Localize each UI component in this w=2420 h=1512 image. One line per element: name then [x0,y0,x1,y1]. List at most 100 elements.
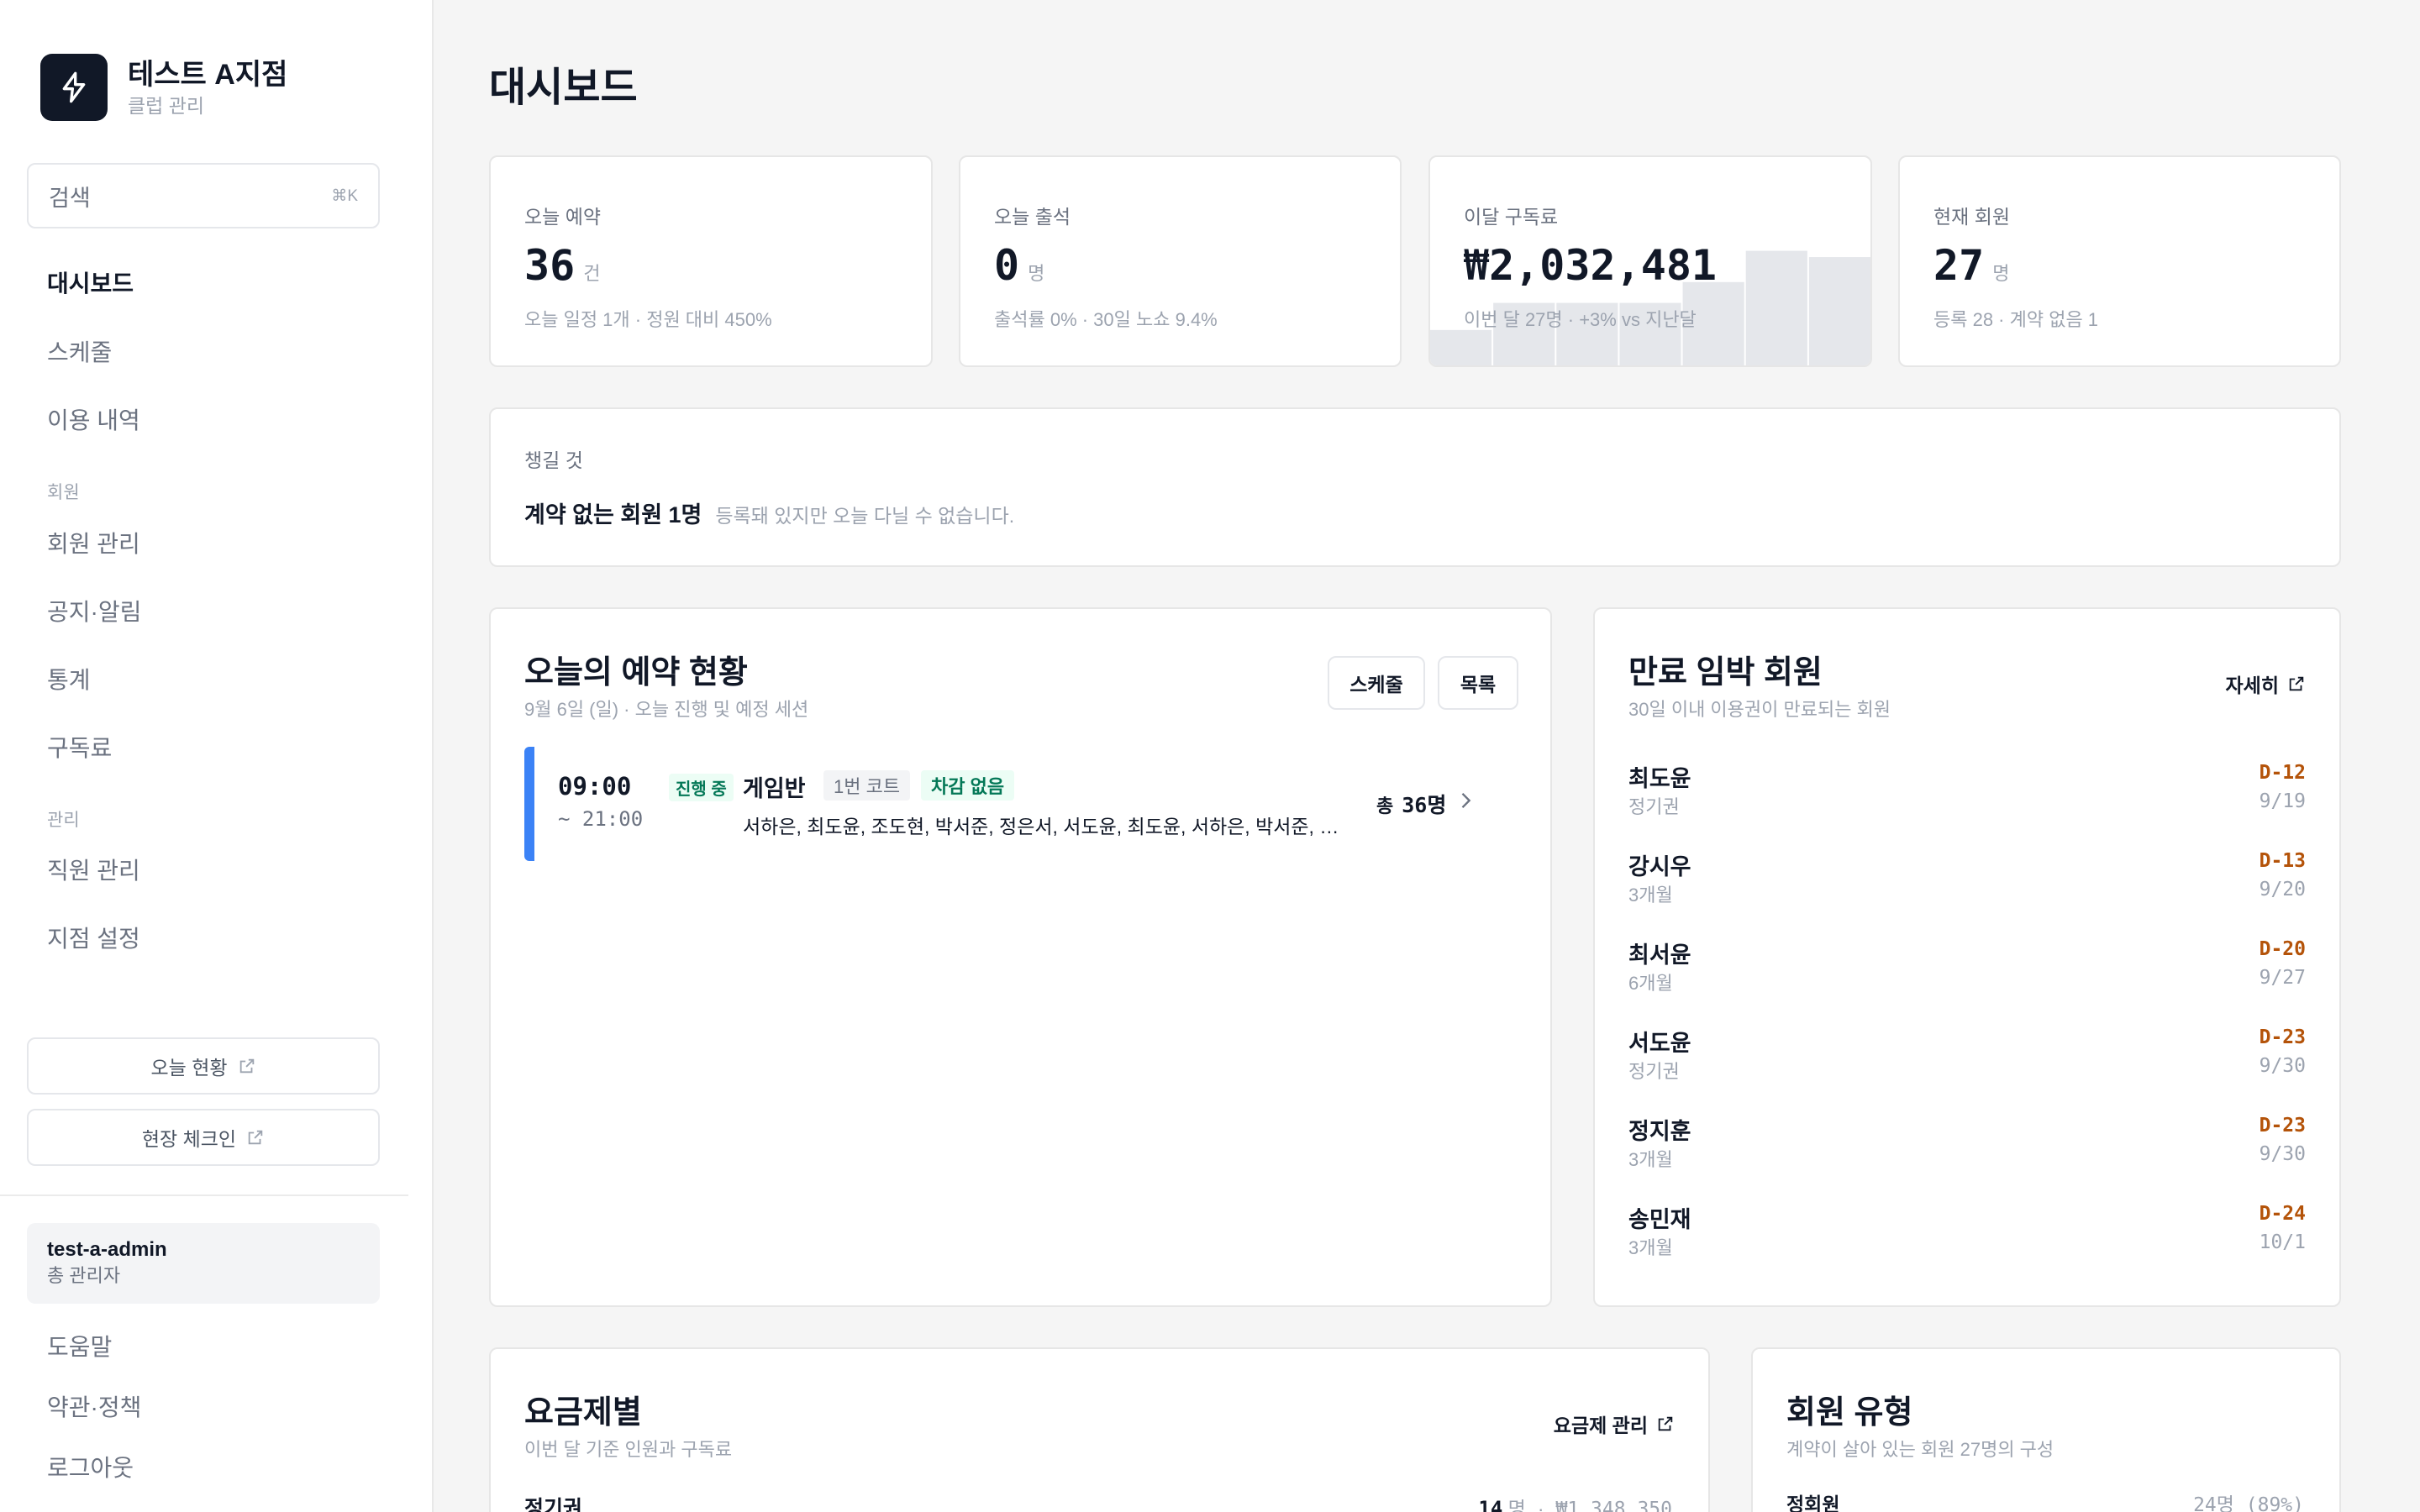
member-types-card: 회원 유형 계약이 살아 있는 회원 27명의 구성 정회원 24명 (89%) [1751,1347,2341,1512]
revenue-spark-bar [1430,329,1492,365]
expire-date: 9/20 [2259,879,2306,900]
days-left: D-23 [2259,1026,2306,1048]
today-status-label: 오늘 현황 [150,1057,228,1079]
session-status-bar [524,747,534,861]
checkin-label: 현장 체크인 [141,1128,237,1150]
member-name: 송민재 [1628,1207,1691,1232]
plan-manage-link[interactable]: 요금제 관리 [1554,1410,1675,1438]
search-input[interactable]: 검색 ⌘K [27,163,380,228]
kpi-value: 27 [1933,241,1985,290]
list-button[interactable]: 목록 [1438,656,1518,710]
nav-notices[interactable]: 공지·알림 [47,596,141,629]
member-name: 최도윤 [1628,766,1691,791]
nav-dashboard[interactable]: 대시보드 [47,267,134,301]
schedule-button[interactable]: 스케줄 [1328,656,1425,710]
kpi-card-members[interactable]: 현재 회원 27 명 등록 28 · 계약 없음 1 [1898,155,2341,367]
days-left: D-13 [2259,850,2306,872]
expiring-row[interactable]: 최서윤 6개월 D-20 9/27 [1628,937,2306,1004]
brand-name: 테스트 A지점 [128,59,288,91]
checkin-button[interactable]: 현장 체크인 [27,1109,380,1166]
member-plan: 3개월 [1628,885,1673,906]
kpi-card-revenue[interactable]: 이달 구독료 ₩2,032,481 이번 달 27명 · +3% vs 지난달 [1428,155,1872,367]
session-row[interactable]: 09:00 진행 중 ~ 21:00 게임반 1번 코트 차감 없음 서하은, … [524,747,1507,861]
sidebar: 테스트 A지점 클럽 관리 검색 ⌘K 대시보드 스케줄 이용 내역 회원 회원… [0,0,434,1512]
external-link-icon [2289,676,2304,691]
nav-branch-settings[interactable]: 지점 설정 [47,922,140,956]
todo-note: 등록돼 있지만 오늘 다닐 수 없습니다. [715,505,1015,527]
plans-title: 요금제별 [524,1395,642,1431]
nav-section-admin: 관리 [47,811,80,830]
expiring-row[interactable]: 정지훈 3개월 D-23 9/30 [1628,1113,2306,1180]
kpi-value: 36 [524,241,576,290]
today-status-button[interactable]: 오늘 현황 [27,1037,380,1095]
plan-row[interactable]: 정기권 14 명 · ₩1,348,350 [524,1492,1672,1512]
external-link-icon [248,1130,263,1145]
expiring-subtitle: 30일 이내 이용권이 만료되는 회원 [1628,699,1891,720]
expire-date: 9/19 [2259,790,2306,812]
todo-item[interactable]: 계약 없는 회원 1명 등록돼 있지만 오늘 다닐 수 없습니다. [524,496,1014,529]
revenue-spark-bar [1745,250,1807,365]
session-total-label: 총 [1376,795,1394,816]
plan-separator: · [1537,1498,1544,1512]
member-name: 정지훈 [1628,1119,1691,1144]
help-link[interactable]: 도움말 [47,1331,112,1364]
kpi-unit: 명 [1028,263,1045,284]
todo-strong: 계약 없는 회원 1명 [524,502,702,528]
member-name: 서도윤 [1628,1031,1691,1056]
nav-staff-management[interactable]: 직원 관리 [47,854,140,888]
member-name: 강시우 [1628,854,1691,879]
kpi-unit: 건 [583,263,601,284]
member-plan: 3개월 [1628,1149,1673,1170]
user-name: test-a-admin [47,1238,167,1261]
member-type-name: 정회원 [1786,1494,1840,1512]
kpi-value: ₩2,032,481 [1464,241,1718,290]
reservations-subtitle: 9월 6일 (일) · 오늘 진행 및 예정 세션 [524,699,809,720]
brand[interactable]: 테스트 A지점 클럽 관리 [40,54,287,121]
days-left: D-24 [2259,1203,2306,1225]
expiring-row[interactable]: 강시우 3개월 D-13 9/20 [1628,848,2306,916]
member-plan: 3개월 [1628,1237,1673,1258]
expiring-card: 만료 임박 회원 30일 이내 이용권이 만료되는 회원 자세히 최도윤 정기권… [1593,607,2341,1307]
nav-subscription[interactable]: 구독료 [47,732,112,765]
terms-link[interactable]: 약관·정책 [47,1391,141,1425]
expire-date: 9/30 [2259,1143,2306,1165]
kpi-card-attendance[interactable]: 오늘 출석 0 명 출석률 0% · 30일 노쇼 9.4% [959,155,1402,367]
nav-usage-history[interactable]: 이용 내역 [47,404,140,438]
kpi-subtext: 오늘 일정 1개 · 정원 대비 450% [524,309,772,330]
brand-subtitle: 클럽 관리 [128,95,205,117]
expiring-row[interactable]: 최도윤 정기권 D-12 9/19 [1628,760,2306,827]
nav-schedule[interactable]: 스케줄 [47,336,112,370]
nav-stats[interactable]: 통계 [47,664,91,697]
user-card[interactable]: test-a-admin 총 관리자 [27,1223,380,1304]
logout-link[interactable]: 로그아웃 [47,1452,134,1485]
member-plan: 정기권 [1628,796,1680,817]
expire-date: 9/27 [2259,967,2306,989]
session-start-time: 09:00 [558,772,632,801]
expiring-row[interactable]: 송민재 3개월 D-24 10/1 [1628,1201,2306,1268]
session-members: 서하은, 최도윤, 조도현, 박서준, 정은서, 서도윤, 최도윤, 서하은, … [743,816,1351,837]
todo-label: 챙길 것 [524,449,583,471]
expiring-row[interactable]: 서도윤 정기권 D-23 9/30 [1628,1025,2306,1092]
search-shortcut: ⌘K [331,186,358,205]
kpi-card-reservations[interactable]: 오늘 예약 36 건 오늘 일정 1개 · 정원 대비 450% [489,155,933,367]
nav-member-management[interactable]: 회원 관리 [47,528,140,561]
page-title: 대시보드 [489,66,638,110]
member-plan: 정기권 [1628,1061,1680,1082]
kpi-subtext: 출석률 0% · 30일 노쇼 9.4% [994,309,1218,330]
member-types-title: 회원 유형 [1786,1395,1913,1431]
expiring-title: 만료 임박 회원 [1628,655,1823,690]
session-name: 게임반 [743,776,806,801]
session-status-badge: 진행 중 [669,774,734,801]
plan-count-unit: 명 [1507,1498,1526,1512]
chevron-right-icon[interactable] [1454,789,1477,812]
plans-subtitle: 이번 달 기준 인원과 구독료 [524,1439,733,1460]
session-end-time: ~ 21:00 [558,807,644,831]
member-name: 최서윤 [1628,942,1691,968]
kpi-value: 0 [994,241,1020,290]
expire-date: 10/1 [2259,1231,2306,1253]
nav-section-members: 회원 [47,483,80,502]
member-type-value: 24명 (89%) [2193,1494,2304,1512]
expiring-more-link[interactable]: 자세히 [2226,669,2306,698]
member-type-row[interactable]: 정회원 24명 (89%) [1786,1488,2304,1512]
kpi-label: 오늘 출석 [994,206,1071,228]
